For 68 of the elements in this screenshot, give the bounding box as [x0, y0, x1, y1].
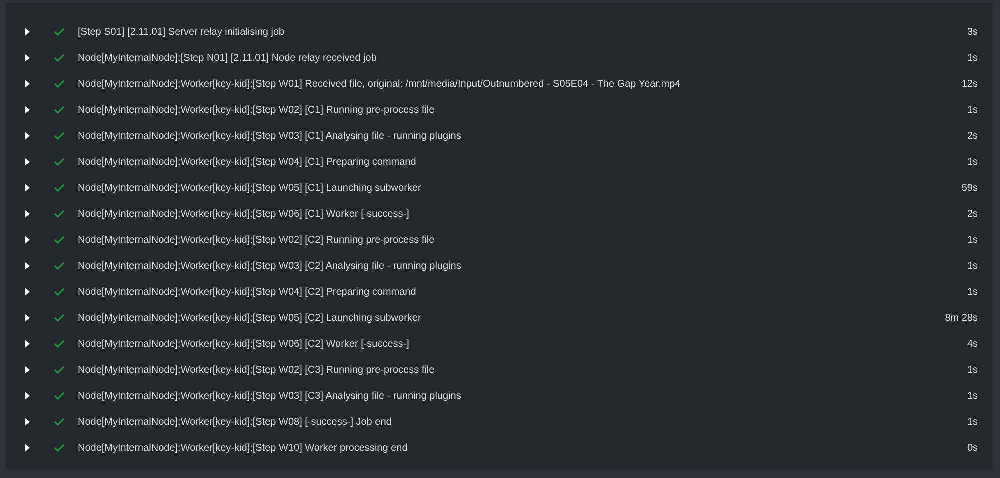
- caret-right-icon[interactable]: [24, 184, 31, 192]
- step-duration: 2s: [967, 208, 978, 222]
- log-message: Node[MyInternalNode]:Worker[key-kid]:[Step W10] Worker processing end: [78, 442, 408, 456]
- log-message: Node[MyInternalNode]:Worker[key-kid]:[Step W02] [C2] Running pre-process file: [78, 234, 435, 248]
- caret-right-icon[interactable]: [24, 444, 31, 452]
- log-message: [Step S01] [2.11.01] Server relay initialising job: [78, 26, 285, 40]
- log-message: Node[MyInternalNode]:Worker[key-kid]:[Step W03] [C2] Analysing file - running plugins: [78, 260, 462, 274]
- caret-right-icon[interactable]: [24, 366, 31, 374]
- caret-right-icon[interactable]: [24, 314, 31, 322]
- caret-right-icon[interactable]: [24, 28, 31, 36]
- check-icon: [54, 392, 65, 400]
- log-message: Node[MyInternalNode]:Worker[key-kid]:[Step W03] [C1] Analysing file - running plugins: [78, 130, 462, 144]
- log-message: Node[MyInternalNode]:Worker[key-kid]:[Step W02] [C1] Running pre-process file: [78, 104, 435, 118]
- check-icon: [54, 54, 65, 62]
- step-duration: 1s: [967, 234, 978, 248]
- step-duration: 1s: [967, 52, 978, 66]
- caret-right-icon[interactable]: [24, 236, 31, 244]
- log-message: Node[MyInternalNode]:Worker[key-kid]:[Step W06] [C2] Worker [-success-]: [78, 338, 410, 352]
- step-duration: 4s: [967, 338, 978, 352]
- log-message: Node[MyInternalNode]:Worker[key-kid]:[Step W05] [C1] Launching subworker: [78, 182, 422, 196]
- check-icon: [54, 184, 65, 192]
- caret-right-icon[interactable]: [24, 392, 31, 400]
- check-icon: [54, 288, 65, 296]
- log-message: Node[MyInternalNode]:Worker[key-kid]:[Step W05] [C2] Launching subworker: [78, 312, 422, 326]
- check-icon: [54, 340, 65, 348]
- step-duration: 0s: [967, 442, 978, 456]
- check-icon: [54, 80, 65, 88]
- check-icon: [54, 132, 65, 140]
- step-duration: 3s: [967, 26, 978, 40]
- step-duration: 12s: [962, 78, 978, 92]
- check-icon: [54, 106, 65, 114]
- log-message: Node[MyInternalNode]:Worker[key-kid]:[Step W01] Received file, original: /mnt/media/Input/Outnumbered - S05E04 - The Gap Year.mp4: [78, 78, 681, 92]
- caret-right-icon[interactable]: [24, 210, 31, 218]
- check-icon: [54, 366, 65, 374]
- caret-right-icon[interactable]: [24, 54, 31, 62]
- check-icon: [54, 158, 65, 166]
- check-icon: [54, 28, 65, 36]
- step-duration: 1s: [967, 390, 978, 404]
- step-duration: 1s: [967, 104, 978, 118]
- caret-right-icon[interactable]: [24, 132, 31, 140]
- log-message: Node[MyInternalNode]:Worker[key-kid]:[Step W04] [C1] Preparing command: [78, 156, 416, 170]
- caret-right-icon[interactable]: [24, 106, 31, 114]
- step-duration: 2s: [967, 130, 978, 144]
- check-icon: [54, 236, 65, 244]
- caret-right-icon[interactable]: [24, 80, 31, 88]
- log-message: Node[MyInternalNode]:Worker[key-kid]:[Step W03] [C3] Analysing file - running plugins: [78, 390, 462, 404]
- log-message: Node[MyInternalNode]:Worker[key-kid]:[Step W02] [C3] Running pre-process file: [78, 364, 435, 378]
- caret-right-icon[interactable]: [24, 418, 31, 426]
- log-message: Node[MyInternalNode]:[Step N01] [2.11.01] Node relay received job: [78, 52, 377, 66]
- log-message: Node[MyInternalNode]:Worker[key-kid]:[Step W08] [-success-] Job end: [78, 416, 392, 430]
- caret-right-icon[interactable]: [24, 262, 31, 270]
- caret-right-icon[interactable]: [24, 288, 31, 296]
- log-message: Node[MyInternalNode]:Worker[key-kid]:[Step W04] [C2] Preparing command: [78, 286, 416, 300]
- step-duration: 1s: [967, 416, 978, 430]
- step-duration: 1s: [967, 286, 978, 300]
- check-icon: [54, 210, 65, 218]
- check-icon: [54, 314, 65, 322]
- log-message: Node[MyInternalNode]:Worker[key-kid]:[Step W06] [C1] Worker [-success-]: [78, 208, 410, 222]
- caret-right-icon[interactable]: [24, 158, 31, 166]
- step-duration: 8m 28s: [945, 312, 978, 326]
- step-duration: 1s: [967, 156, 978, 170]
- step-duration: 1s: [967, 364, 978, 378]
- step-duration: 1s: [967, 260, 978, 274]
- check-icon: [54, 418, 65, 426]
- step-duration: 59s: [962, 182, 978, 196]
- caret-right-icon[interactable]: [24, 340, 31, 348]
- check-icon: [54, 444, 65, 452]
- check-icon: [54, 262, 65, 270]
